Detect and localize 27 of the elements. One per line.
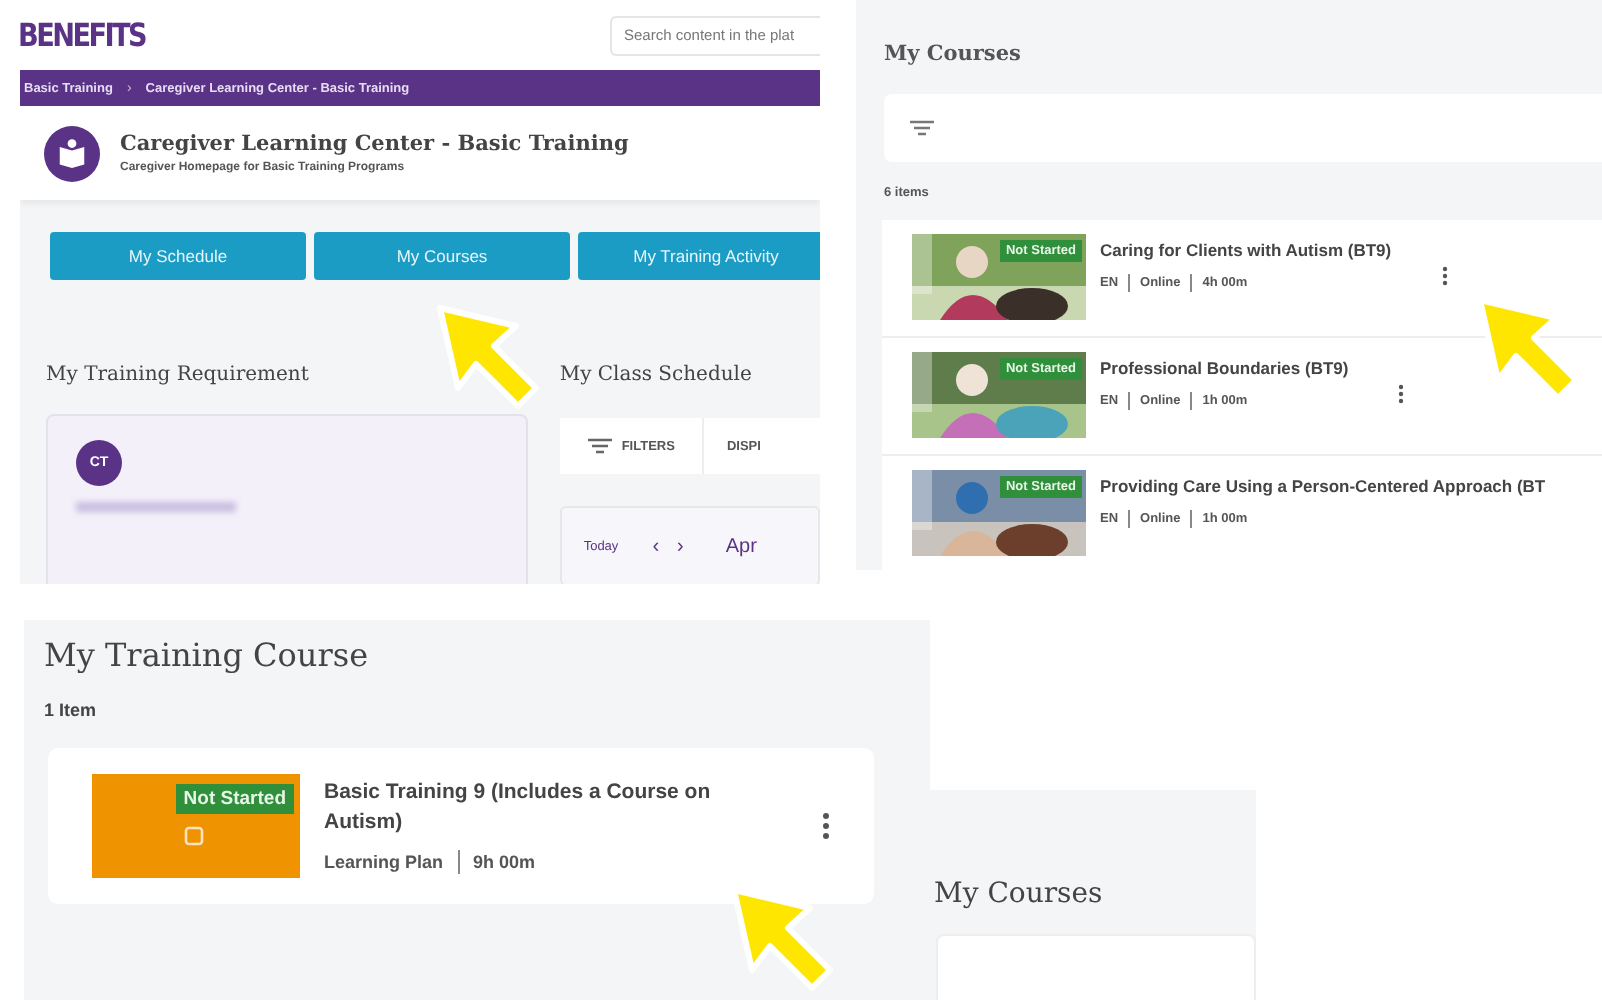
section-heading: My Training Requirement (46, 364, 311, 390)
previous-button[interactable]: ‹ (652, 535, 660, 557)
section-heading: My Courses (932, 876, 1105, 910)
filter-icon[interactable] (910, 120, 934, 136)
section-heading: My Training Course (42, 634, 371, 674)
document-icon (184, 826, 204, 846)
pointer-arrow (437, 305, 539, 409)
course-card[interactable]: Not Started Basic Training 9 (Includes a Course on Autism) Learning Plan 9h 00m (48, 748, 874, 904)
course-title[interactable]: Basic Training 9 (Includes a Course on Autism) (324, 778, 784, 838)
course-meta: Learning Plan (324, 851, 444, 872)
item-count: 1 Item (42, 698, 99, 720)
next-button[interactable]: › (677, 535, 684, 557)
status-badge: Not Started (175, 784, 294, 814)
section-heading: My Class Schedule (559, 364, 754, 390)
course-title[interactable]: Caring for Clients with Autism (BT9) (1100, 240, 1392, 260)
course-meta: 9h 00m (473, 851, 536, 872)
book-icon (44, 125, 100, 181)
filter-icon (587, 438, 612, 454)
course-title[interactable]: Providing Care Using a Person-Centered Approach (BT (1100, 476, 1546, 496)
more-icon[interactable] (1442, 266, 1448, 286)
section-heading: My Courses (882, 40, 1023, 66)
course-title[interactable]: Professional Boundaries (BT9) (1100, 358, 1349, 378)
page-title: Caregiver Learning Center - Basic Training (120, 132, 629, 156)
more-icon[interactable] (1398, 384, 1404, 404)
more-icon[interactable] (822, 812, 830, 840)
month-label: Apr (725, 535, 757, 557)
logo-text: BENEFITS (20, 16, 146, 54)
